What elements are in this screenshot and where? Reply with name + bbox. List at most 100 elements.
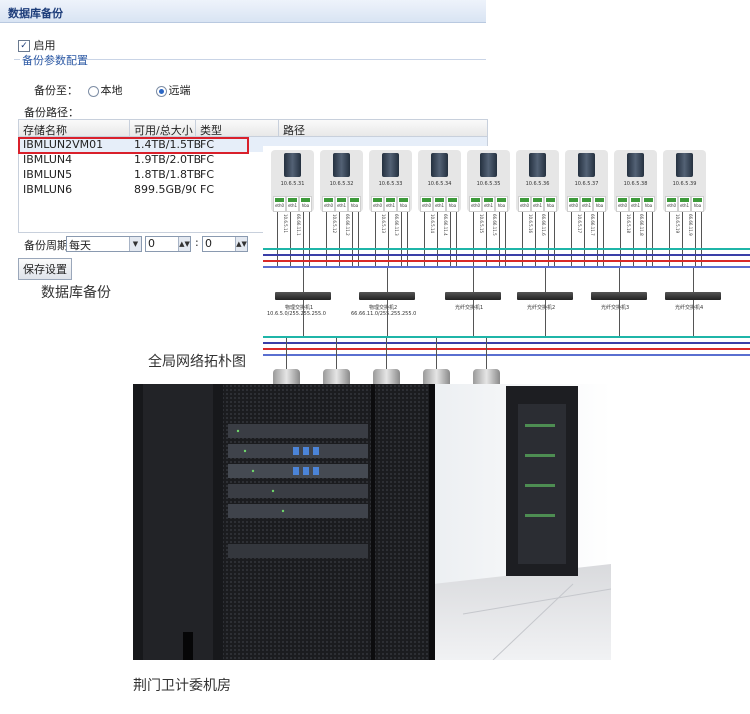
col-header-name[interactable]: 存储名称 (23, 122, 67, 138)
nic-label: hba (644, 203, 653, 208)
link-line (436, 338, 437, 369)
nic-led (582, 198, 591, 202)
spinner-icon[interactable]: ▲▼ (235, 237, 247, 251)
column-divider (195, 120, 196, 136)
switch-label: 光纤交换机1 (455, 305, 484, 311)
server-eth-address: 66.66.11.1 (296, 214, 301, 236)
link-line (505, 212, 506, 266)
nic-port: eth1 (531, 196, 544, 212)
link-line (571, 212, 572, 266)
nic-port: eth0 (518, 196, 531, 212)
server-icon (529, 153, 546, 177)
server-hba-address: 10.6.5.19 (675, 214, 680, 234)
server-node: 10.6.5.33 eth0 eth1 hba (369, 150, 412, 212)
nic-port: eth1 (580, 196, 593, 212)
nic-port: eth0 (567, 196, 580, 212)
link-line (584, 212, 585, 266)
server-icon (431, 153, 448, 177)
enable-checkbox[interactable]: ✓ (18, 40, 30, 52)
nic-led (546, 198, 555, 202)
server-hba-address: 10.6.5.12 (332, 214, 337, 234)
nic-led (484, 198, 493, 202)
link-line (375, 212, 376, 266)
nic-led (275, 198, 284, 202)
nic-port: hba (544, 196, 557, 212)
column-divider (129, 120, 130, 136)
nic-led (644, 198, 653, 202)
switch-subnet: 66.66.11.0/255.255.255.0 (351, 311, 417, 317)
nic-label: hba (301, 203, 310, 208)
nic-label: eth1 (532, 203, 543, 208)
cell-name: IBMLUN5 (23, 168, 73, 181)
nic-port: hba (397, 196, 410, 212)
nic-port: eth0 (420, 196, 433, 212)
nic-label: eth0 (323, 203, 334, 208)
nic-label: hba (693, 203, 702, 208)
link-line (290, 212, 291, 266)
nic-label: eth1 (679, 203, 690, 208)
nic-port: eth0 (371, 196, 384, 212)
link-line (603, 212, 604, 266)
nic-label: eth0 (519, 203, 530, 208)
nic-port: hba (446, 196, 459, 212)
minute-stepper[interactable]: 0 ▲▼ (202, 236, 248, 252)
switch-label: 光纤交换机3 (601, 305, 630, 311)
enable-label: 启用 (33, 39, 56, 52)
server-ip: 10.6.5.37 (574, 181, 599, 187)
link-line (437, 212, 438, 266)
nic-led (693, 198, 702, 202)
nic-led (618, 198, 627, 202)
link-line (545, 268, 546, 292)
server-icon (578, 153, 595, 177)
server-hba-address: 10.6.5.17 (577, 214, 582, 234)
server-hba-address: 10.6.5.16 (528, 214, 533, 234)
col-header-size[interactable]: 可用/总大小 (134, 122, 193, 138)
nic-port: hba (348, 196, 361, 212)
server-node: 10.6.5.31 eth0 eth1 hba (271, 150, 314, 212)
link-line (486, 212, 487, 266)
radio-local[interactable] (87, 85, 99, 97)
period-value: 每天 (69, 239, 91, 252)
nic-label: eth0 (568, 203, 579, 208)
period-label: 备份周期: (24, 239, 72, 252)
enable-row: ✓ 启用 (18, 37, 56, 53)
nic-led (301, 198, 310, 202)
server-eth-address: 66.66.11.7 (590, 214, 595, 236)
nic-label: eth0 (421, 203, 432, 208)
spinner-icon[interactable]: ▲▼ (178, 237, 190, 251)
link-line (303, 268, 304, 292)
cell-type: FC (200, 183, 215, 196)
cell-size: 899.5GB/90... (134, 183, 196, 196)
nic-led (520, 198, 529, 202)
nic-port: eth1 (629, 196, 642, 212)
server-ip: 10.6.5.38 (623, 181, 648, 187)
link-line (309, 212, 310, 266)
save-settings-button[interactable]: 保存设置 (18, 258, 72, 280)
server-ip: 10.6.5.31 (280, 181, 305, 187)
chevron-down-icon[interactable]: ▼ (129, 237, 141, 251)
link-line (548, 212, 549, 266)
server-eth-address: 66.66.11.4 (443, 214, 448, 236)
link-line (386, 338, 387, 369)
period-select[interactable]: 每天 ▼ (66, 236, 142, 252)
link-line (424, 212, 425, 266)
nic-label: eth1 (385, 203, 396, 208)
nic-label: eth1 (630, 203, 641, 208)
radio-remote[interactable] (155, 85, 167, 97)
col-header-path[interactable]: 路径 (283, 122, 305, 138)
server-eth-address: 66.66.11.6 (541, 214, 546, 236)
nic-port: eth1 (678, 196, 691, 212)
link-line (701, 212, 702, 266)
link-line (407, 212, 408, 266)
link-line (535, 212, 536, 266)
nic-label: eth0 (470, 203, 481, 208)
server-ip: 10.6.5.36 (525, 181, 550, 187)
link-line (286, 338, 287, 369)
storage-disk-icon (423, 369, 450, 384)
nic-label: eth1 (336, 203, 347, 208)
server-node: 10.6.5.37 eth0 eth1 hba (565, 150, 608, 212)
col-header-type[interactable]: 类型 (200, 122, 222, 138)
hour-stepper[interactable]: 0 ▲▼ (145, 236, 191, 252)
link-line (486, 338, 487, 369)
cell-name: IBMLUN4 (23, 153, 73, 166)
